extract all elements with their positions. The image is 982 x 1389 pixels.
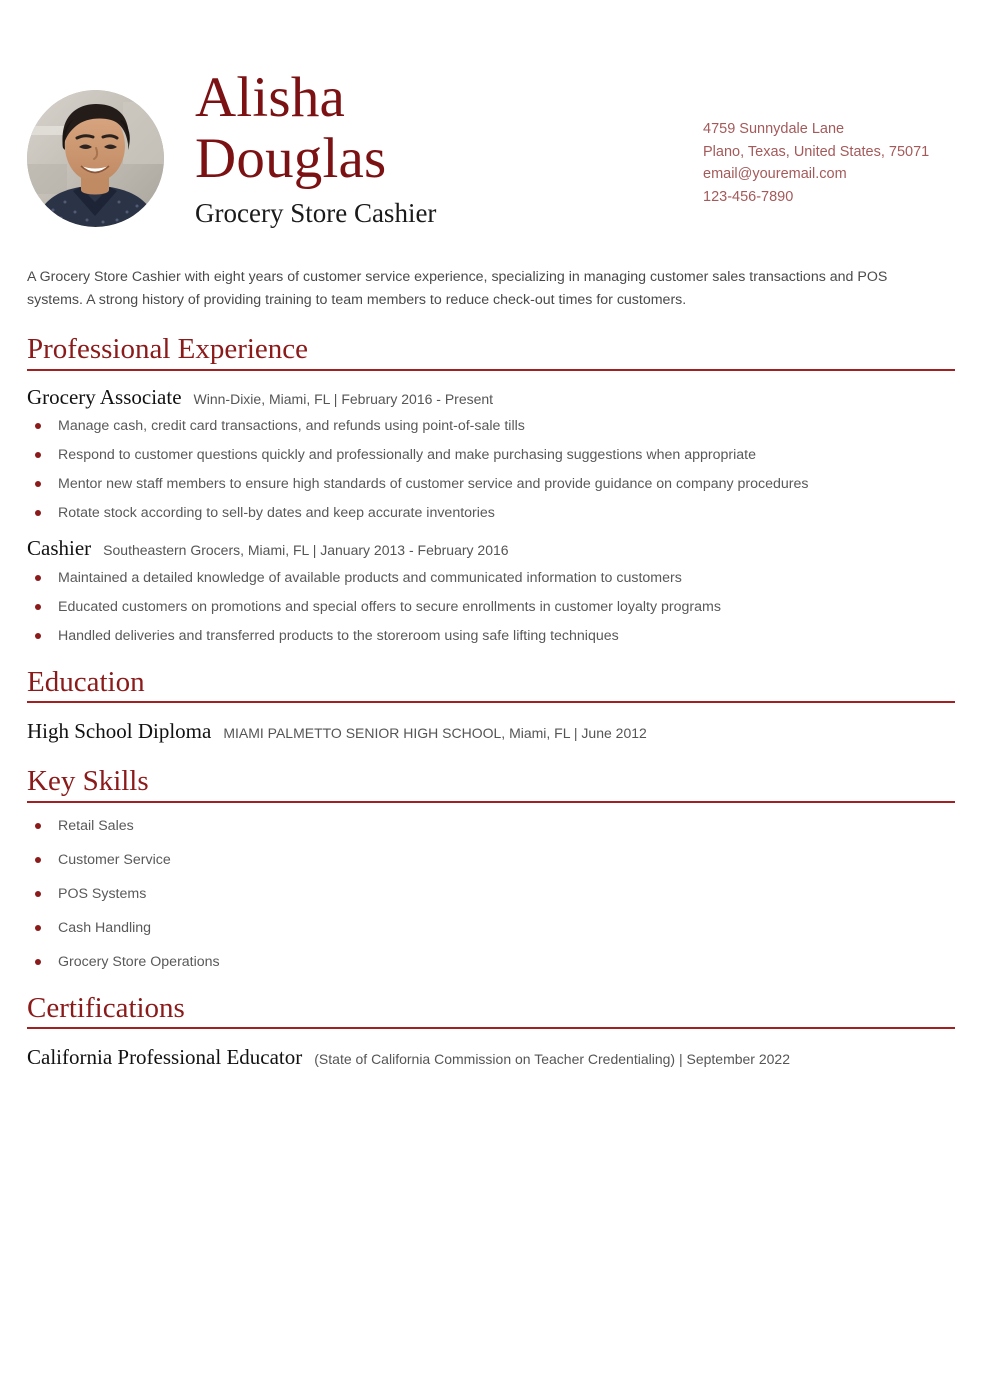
section-title-skills: Key Skills [27, 764, 149, 797]
list-item: Mentor new staff members to ensure high … [27, 475, 955, 493]
entry-header: California Professional Educator (State … [27, 1045, 955, 1069]
list-item: Retail Sales [27, 817, 955, 835]
list-item: Handled deliveries and transferred produ… [27, 627, 955, 645]
education-degree: High School Diploma [27, 719, 212, 744]
section-divider [27, 1027, 955, 1030]
experience-bullet-list: Maintained a detailed knowledge of avail… [27, 569, 955, 645]
certification-entry: California Professional Educator (State … [27, 1045, 955, 1069]
first-name: Alisha [195, 66, 346, 129]
section-divider [27, 369, 955, 372]
education-entry: High School Diploma MIAMI PALMETTO SENIO… [27, 719, 955, 743]
last-name: Douglas [195, 126, 387, 190]
entry-header: Grocery Associate Winn-Dixie, Miami, FL … [27, 385, 955, 409]
avatar [27, 90, 164, 227]
experience-bullet-list: Manage cash, credit card transactions, a… [27, 417, 955, 522]
experience-entry: Grocery Associate Winn-Dixie, Miami, FL … [27, 385, 955, 522]
experience-entry: Cashier Southeastern Grocers, Miami, FL … [27, 536, 955, 644]
entry-header: High School Diploma MIAMI PALMETTO SENIO… [27, 719, 955, 743]
list-item: Rotate stock according to sell-by dates … [27, 504, 955, 522]
job-title: Grocery Store Cashier [195, 197, 437, 228]
avatar-container [27, 70, 167, 227]
skills-list: Retail Sales Customer Service POS System… [27, 817, 955, 971]
education-school-meta: MIAMI PALMETTO SENIOR HIGH SCHOOL, Miami… [223, 725, 647, 742]
section-professional-experience: Professional Experience Grocery Associat… [27, 334, 955, 644]
list-item: Maintained a detailed knowledge of avail… [27, 569, 955, 587]
entry-header: Cashier Southeastern Grocers, Miami, FL … [27, 536, 955, 560]
list-item: POS Systems [27, 885, 955, 903]
section-divider [27, 701, 955, 704]
list-item: Grocery Store Operations [27, 953, 955, 971]
contact-block: 4759 Sunnydale Lane Plano, Texas, United… [703, 70, 955, 208]
section-title-certifications: Certifications [27, 991, 185, 1024]
experience-company-meta: Southeastern Grocers, Miami, FL | Januar… [103, 542, 509, 559]
identity-block: Alisha Douglas Grocery Store Cashier [167, 66, 703, 228]
experience-job-title: Cashier [27, 536, 92, 561]
list-item: Customer Service [27, 851, 955, 869]
portrait-photo-icon [27, 90, 164, 227]
resume-header: Alisha Douglas Grocery Store Cashier 475… [0, 0, 982, 228]
section-certifications: Certifications California Professional E… [27, 991, 955, 1070]
experience-company-meta: Winn-Dixie, Miami, FL | February 2016 - … [193, 391, 494, 408]
certification-meta: (State of California Commission on Teach… [314, 1051, 790, 1068]
professional-summary: A Grocery Store Cashier with eight years… [27, 269, 888, 309]
section-title-experience: Professional Experience [27, 333, 309, 366]
section-divider [27, 800, 955, 803]
contact-email[interactable]: email@youremail.com [703, 163, 955, 186]
section-key-skills: Key Skills Retail Sales Customer Service… [27, 764, 955, 971]
section-title-education: Education [27, 665, 145, 698]
list-item: Respond to customer questions quickly an… [27, 446, 955, 464]
contact-address-city: Plano, Texas, United States, 75071 [703, 143, 930, 160]
experience-job-title: Grocery Associate [27, 385, 182, 410]
list-item: Manage cash, credit card transactions, a… [27, 417, 955, 435]
contact-phone[interactable]: 123-456-7890 [703, 186, 955, 209]
list-item: Educated customers on promotions and spe… [27, 598, 955, 616]
contact-address-street: 4759 Sunnydale Lane [703, 121, 845, 137]
certification-name: California Professional Educator [27, 1045, 303, 1070]
resume-page: Alisha Douglas Grocery Store Cashier 475… [0, 0, 982, 1389]
list-item: Cash Handling [27, 919, 955, 937]
section-education: Education High School Diploma MIAMI PALM… [27, 665, 955, 744]
